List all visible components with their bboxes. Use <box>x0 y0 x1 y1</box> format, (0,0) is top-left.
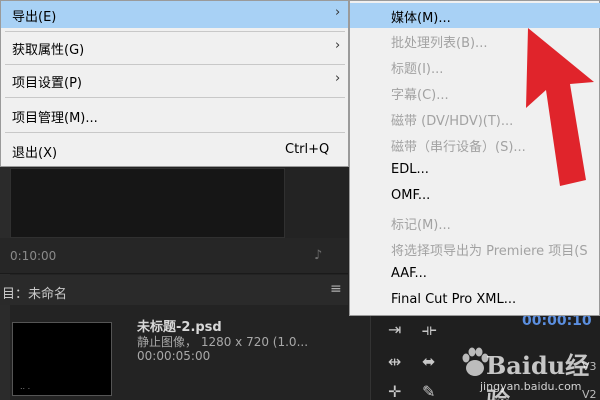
rate-stretch-icon[interactable]: ⇹ <box>388 352 401 371</box>
submenu-item-label: 磁带（串行设备）(S)... <box>391 140 526 155</box>
menu-divider <box>5 64 345 65</box>
submenu-item-label: 字幕(C)... <box>391 88 449 103</box>
clip-type: 静止图像， 1280 x 720 (1.0... <box>137 335 309 349</box>
audio-note-icon[interactable]: ♪ <box>314 248 322 263</box>
submenu-item-label: 标记(M)... <box>391 218 451 233</box>
submenu-item-aaf[interactable]: AAF... <box>350 262 600 287</box>
submenu-item-label: AAF... <box>391 266 427 281</box>
submenu-item-label: 将选择项导出为 Premiere 项目(S <box>391 244 588 259</box>
submenu-arrow-icon: › <box>335 5 341 20</box>
annotation-arrow-icon <box>526 28 594 186</box>
menu-item-label: 项目设置(P) <box>12 76 82 91</box>
menu-item-project-manager[interactable]: 项目管理(M)... <box>1 102 348 129</box>
menu-divider <box>5 97 345 98</box>
submenu-arrow-icon: › <box>335 38 341 53</box>
submenu-arrow-icon: › <box>335 71 341 86</box>
submenu-item-label: 媒体(M)... <box>391 11 451 26</box>
slip-tool-icon[interactable]: ⬌ <box>422 352 435 371</box>
file-menu: 导出(E) › 获取属性(G) › 项目设置(P) › 项目管理(M)... 退… <box>0 0 349 167</box>
panel-menu-icon[interactable]: ≡ <box>330 281 342 297</box>
submenu-item-export-premiere-project: 将选择项导出为 Premiere 项目(S <box>350 236 600 261</box>
submenu-item-markers: 标记(M)... <box>350 210 600 235</box>
submenu-item-label: Final Cut Pro XML... <box>391 292 517 307</box>
menu-item-label: 导出(E) <box>12 10 57 25</box>
menu-item-export[interactable]: 导出(E) › <box>1 1 348 28</box>
ripple-edit-icon[interactable]: ⟛ <box>422 320 437 340</box>
source-monitor <box>10 168 285 238</box>
menu-item-label: 项目管理(M)... <box>12 111 98 126</box>
project-title: 目：未命名 <box>2 287 68 302</box>
submenu-item-label: 标题(I)... <box>391 62 444 77</box>
submenu-item-label: 磁带 (DV/HDV)(T)... <box>391 114 514 129</box>
menu-item-exit[interactable]: 退出(X) Ctrl+Q <box>1 137 348 164</box>
menu-item-label: 获取属性(G) <box>12 43 85 58</box>
watermark-url: jingyan.baidu.com <box>480 380 582 393</box>
menu-item-get-properties[interactable]: 获取属性(G) › <box>1 34 348 61</box>
menu-item-shortcut: Ctrl+Q <box>285 142 330 157</box>
menu-item-project-settings[interactable]: 项目设置(P) › <box>1 67 348 94</box>
clip-duration: 00:00:05:00 <box>137 349 211 363</box>
pen-tool-icon[interactable]: ✎ <box>422 382 435 400</box>
razor-tool-icon[interactable]: ✛ <box>388 382 401 400</box>
menu-divider <box>5 31 345 32</box>
thumbnail-dots-icon: .. . <box>20 382 31 391</box>
menu-item-label: 退出(X) <box>12 146 58 161</box>
monitor-timecode: 0:10:00 <box>10 249 57 263</box>
baidu-watermark: Baidu经验 jingyan.baidu.com <box>458 344 598 400</box>
submenu-item-label: EDL... <box>391 162 429 177</box>
submenu-item-label: OMF... <box>391 188 431 203</box>
submenu-item-label: 批处理列表(B)... <box>391 36 488 51</box>
track-select-icon[interactable]: ⇥ <box>388 320 401 339</box>
submenu-item-final-cut-xml[interactable]: Final Cut Pro XML... <box>350 288 600 313</box>
menu-divider <box>5 132 345 133</box>
